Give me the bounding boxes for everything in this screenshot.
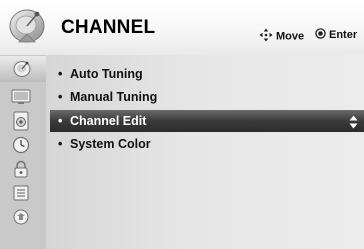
sidebar-item-channel[interactable]: [0, 56, 46, 82]
enter-hint: Enter: [315, 28, 357, 42]
sidebar-item-usb[interactable]: [10, 207, 32, 227]
enter-hint-label: Enter: [329, 29, 358, 41]
category-sidebar: [0, 55, 46, 249]
sidebar-item-picture[interactable]: [10, 87, 32, 107]
bullet: •: [58, 90, 63, 104]
menu-content: • Auto Tuning • Manual Tuning • Channel Edi…: [46, 55, 364, 249]
sidebar-item-lock[interactable]: [10, 159, 32, 179]
sidebar-item-time[interactable]: [10, 135, 32, 155]
menu-item-label: Channel Edit: [70, 114, 147, 128]
menu-item-manual-tuning[interactable]: • Manual Tuning: [50, 86, 364, 108]
satellite-dish-icon: [13, 61, 31, 77]
move-hint-label: Move: [276, 30, 305, 43]
menu-item-channel-edit[interactable]: • Channel Edit: [50, 110, 364, 132]
sidebar-item-setup[interactable]: [10, 183, 32, 203]
speaker-icon: [13, 111, 29, 131]
sidebar-item-audio[interactable]: [10, 111, 32, 131]
setup-icon: [13, 185, 29, 201]
bullet: •: [58, 114, 63, 128]
menu-item-auto-tuning[interactable]: • Auto Tuning: [50, 63, 364, 85]
menu-item-label: System Color: [70, 137, 151, 151]
monitor-icon: [11, 89, 31, 104]
menu-item-label: Manual Tuning: [70, 90, 158, 104]
move-arrows-icon: [259, 28, 273, 45]
ok-button-icon: [315, 28, 326, 42]
menu-header: CHANNEL Move Enter: [0, 0, 364, 55]
up-down-arrows-icon: [349, 114, 358, 129]
move-hint: Move: [259, 28, 304, 45]
lock-icon: [14, 160, 28, 178]
page-title: CHANNEL: [61, 17, 156, 38]
bullet: •: [58, 67, 63, 81]
usb-icon: [13, 209, 29, 225]
bullet: •: [58, 137, 63, 151]
clock-icon: [12, 136, 30, 154]
menu-item-label: Auto Tuning: [70, 67, 143, 81]
menu-item-system-color[interactable]: • System Color: [50, 133, 364, 155]
satellite-dish-icon: [7, 6, 47, 48]
